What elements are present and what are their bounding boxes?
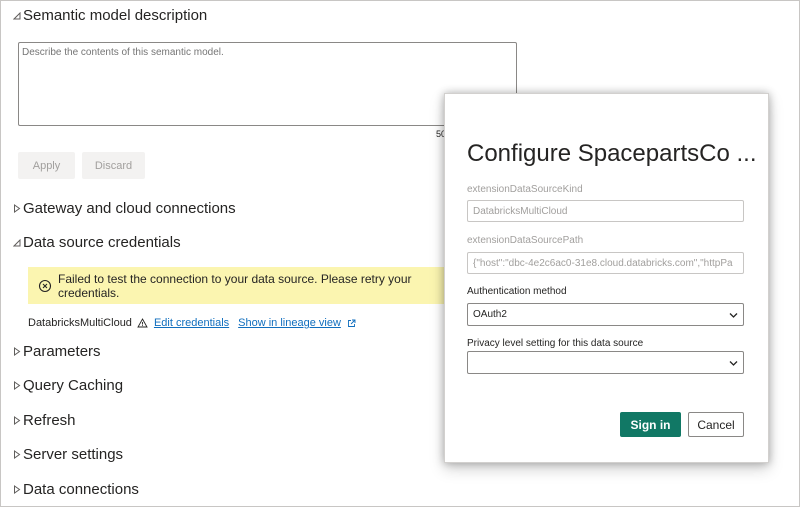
triangle-expanded-icon bbox=[13, 238, 23, 247]
auth-method-select[interactable]: OAuth2 bbox=[467, 303, 744, 326]
triangle-collapsed-icon bbox=[13, 381, 23, 390]
error-circle-icon bbox=[38, 279, 52, 293]
privacy-level-select[interactable] bbox=[467, 351, 744, 374]
section-semantic-description[interactable]: Semantic model description bbox=[13, 7, 207, 24]
data-source-name: DatabricksMultiCloud bbox=[28, 317, 132, 329]
external-link-icon bbox=[347, 319, 356, 328]
sign-in-button[interactable]: Sign in bbox=[620, 412, 681, 437]
discard-button[interactable]: Discard bbox=[82, 152, 145, 179]
description-textarea[interactable] bbox=[18, 42, 517, 126]
section-gateway[interactable]: Gateway and cloud connections bbox=[13, 200, 236, 217]
triangle-collapsed-icon bbox=[13, 204, 23, 213]
section-title: Data connections bbox=[23, 481, 139, 498]
dialog-title: Configure SpacepartsCo ... bbox=[467, 140, 757, 167]
edit-credentials-link[interactable]: Edit credentials bbox=[154, 317, 229, 329]
warning-triangle-icon bbox=[137, 318, 148, 328]
cancel-button[interactable]: Cancel bbox=[688, 412, 744, 437]
path-label: extensionDataSourcePath bbox=[467, 235, 584, 246]
section-title: Gateway and cloud connections bbox=[23, 200, 236, 217]
section-title: Data source credentials bbox=[23, 234, 181, 251]
section-server-settings[interactable]: Server settings bbox=[13, 446, 123, 463]
path-field: {"host":"dbc-4e2c6ac0-31e8.cloud.databri… bbox=[467, 252, 744, 274]
triangle-collapsed-icon bbox=[13, 450, 23, 459]
section-parameters[interactable]: Parameters bbox=[13, 343, 101, 360]
auth-label: Authentication method bbox=[467, 286, 567, 297]
section-title: Server settings bbox=[23, 446, 124, 463]
section-query-caching[interactable]: Query Caching bbox=[13, 377, 123, 394]
triangle-collapsed-icon bbox=[13, 347, 23, 356]
show-lineage-link[interactable]: Show in lineage view bbox=[238, 317, 341, 329]
section-title: Refresh bbox=[23, 412, 76, 429]
triangle-collapsed-icon bbox=[13, 485, 23, 494]
chevron-down-icon bbox=[729, 311, 738, 322]
warning-text: Failed to test the connection to your da… bbox=[58, 271, 412, 300]
section-data-connections[interactable]: Data connections bbox=[13, 481, 139, 498]
triangle-collapsed-icon bbox=[13, 416, 23, 425]
section-title: Semantic model description bbox=[23, 7, 208, 24]
chevron-down-icon bbox=[729, 359, 738, 370]
settings-panel: Semantic model description 50 Apply Disc… bbox=[0, 0, 800, 507]
auth-method-value: OAuth2 bbox=[473, 309, 507, 320]
warning-message-bar: Failed to test the connection to your da… bbox=[28, 267, 458, 304]
section-title: Parameters bbox=[23, 343, 101, 360]
credential-row: DatabricksMultiCloud Edit credentials Sh… bbox=[28, 317, 356, 329]
configure-dialog: Configure SpacepartsCo ... extensionData… bbox=[444, 93, 769, 463]
privacy-label: Privacy level setting for this data sour… bbox=[467, 338, 644, 349]
kind-label: extensionDataSourceKind bbox=[467, 184, 583, 195]
kind-field: DatabricksMultiCloud bbox=[467, 200, 744, 222]
section-refresh[interactable]: Refresh bbox=[13, 412, 76, 429]
section-credentials[interactable]: Data source credentials bbox=[13, 234, 181, 251]
apply-button[interactable]: Apply bbox=[18, 152, 75, 179]
triangle-expanded-icon bbox=[13, 11, 23, 20]
section-title: Query Caching bbox=[23, 377, 124, 394]
